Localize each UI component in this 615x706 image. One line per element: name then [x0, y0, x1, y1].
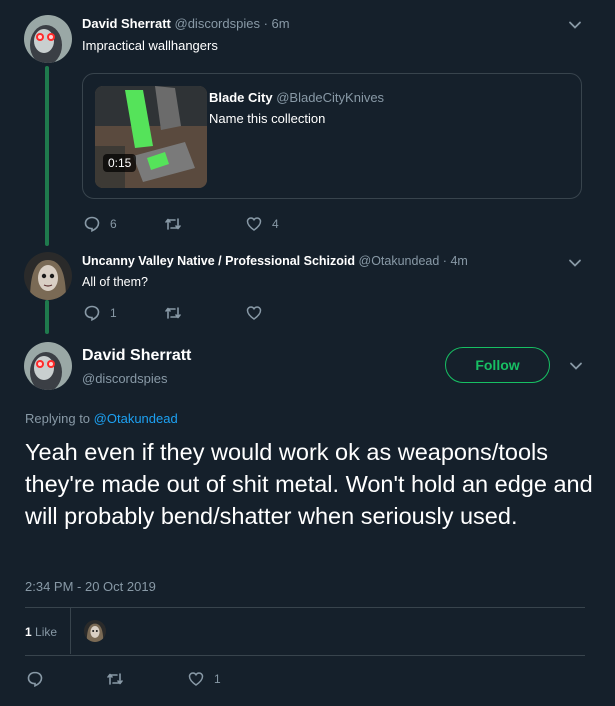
- retweet-icon: [165, 307, 181, 319]
- like-count: 1: [25, 625, 32, 639]
- heart-icon: [246, 217, 262, 231]
- tweet-header: David Sherratt @discordspies · 6m: [82, 16, 290, 31]
- retweet-icon: [165, 218, 181, 230]
- retweet-button[interactable]: [106, 671, 124, 687]
- like-label: Like: [35, 625, 58, 639]
- thread-connector: [45, 66, 49, 246]
- chevron-down-icon[interactable]: [568, 256, 582, 270]
- divider: [70, 608, 71, 654]
- heart-icon: [246, 306, 262, 320]
- tweet-header: Uncanny Valley Native / Professional Sch…: [82, 254, 468, 268]
- like-button[interactable]: 1: [188, 671, 221, 687]
- author-name[interactable]: Uncanny Valley Native / Professional Sch…: [82, 254, 355, 268]
- follow-button[interactable]: Follow: [445, 347, 550, 383]
- tweet-text: Impractical wallhangers: [82, 38, 218, 53]
- tweet-timestamp[interactable]: 2:34 PM - 20 Oct 2019: [25, 579, 156, 594]
- reply-icon: [27, 671, 43, 687]
- reply-button[interactable]: [27, 671, 43, 687]
- quoted-tweet-card[interactable]: 0:15 Blade City @BladeCityKnives Name th…: [82, 73, 582, 199]
- heart-icon: [188, 672, 204, 686]
- author-name[interactable]: David Sherratt: [82, 16, 171, 31]
- replying-handle[interactable]: @Otakundead: [94, 411, 178, 426]
- chevron-down-icon[interactable]: [568, 18, 582, 32]
- tweet-time[interactable]: 6m: [272, 16, 290, 31]
- tweet-text: Yeah even if they would work ok as weapo…: [25, 439, 593, 529]
- divider: [25, 607, 585, 608]
- video-thumbnail[interactable]: 0:15: [95, 86, 207, 188]
- likes-stat[interactable]: 1 Like: [25, 625, 57, 639]
- reply-button[interactable]: 6: [84, 216, 117, 232]
- like-button[interactable]: [246, 305, 272, 321]
- tweet-text: All of them?: [82, 275, 149, 289]
- separator: ·: [442, 254, 447, 268]
- reply-icon: [84, 305, 100, 321]
- video-duration-badge: 0:15: [103, 154, 137, 172]
- quote-author-name[interactable]: Blade City: [209, 90, 273, 105]
- reply-count: 6: [110, 217, 117, 231]
- liker-avatar[interactable]: [84, 620, 106, 642]
- quote-text: Name this collection: [209, 111, 326, 126]
- retweet-button[interactable]: [164, 305, 192, 321]
- retweet-button[interactable]: [164, 216, 192, 232]
- avatar[interactable]: [24, 342, 72, 390]
- author-handle[interactable]: @discordspies: [175, 16, 260, 31]
- author-handle[interactable]: @Otakundead: [359, 254, 440, 268]
- like-button[interactable]: 4: [246, 216, 279, 232]
- quote-header: Blade City @BladeCityKnives: [209, 90, 384, 105]
- retweet-icon: [107, 673, 123, 685]
- chevron-down-icon[interactable]: [569, 359, 583, 373]
- divider: [25, 655, 585, 656]
- avatar[interactable]: [24, 15, 72, 63]
- author-name[interactable]: David Sherratt: [82, 347, 191, 365]
- quote-author-handle[interactable]: @BladeCityKnives: [276, 90, 384, 105]
- like-count: 1: [214, 672, 221, 686]
- reply-count: 1: [110, 306, 117, 320]
- author-handle[interactable]: @discordspies: [82, 371, 167, 386]
- reply-icon: [84, 216, 100, 232]
- replying-prefix: Replying to: [25, 411, 91, 426]
- avatar[interactable]: [24, 252, 72, 300]
- like-count: 4: [272, 217, 279, 231]
- thread-connector: [45, 300, 49, 334]
- replying-to: Replying to @Otakundead: [25, 411, 178, 426]
- tweet-time[interactable]: 4m: [450, 254, 467, 268]
- separator: ·: [263, 16, 268, 31]
- reply-button[interactable]: 1: [84, 305, 117, 321]
